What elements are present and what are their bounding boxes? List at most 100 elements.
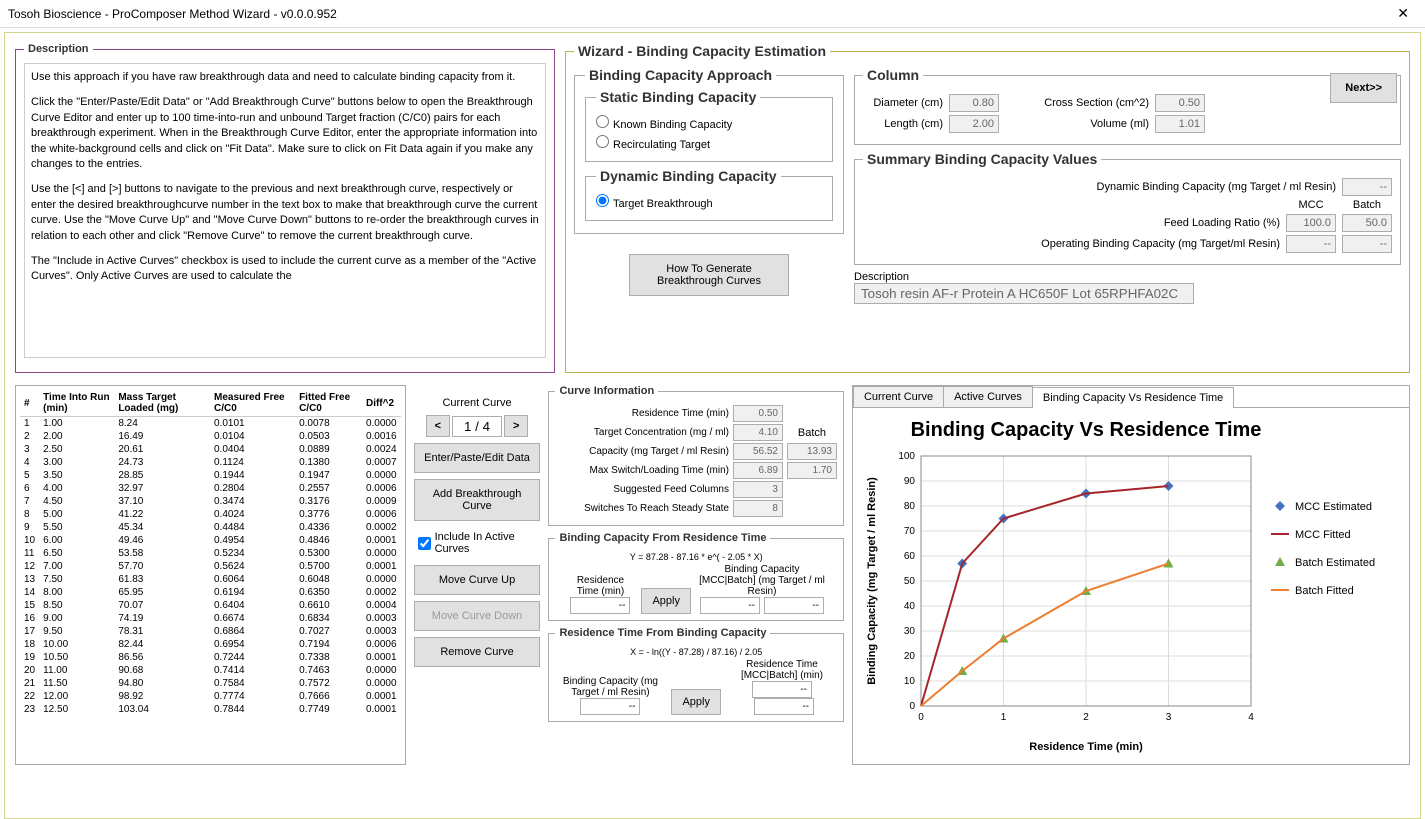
- svg-text:1: 1: [1001, 712, 1007, 723]
- svg-text:2: 2: [1083, 712, 1089, 723]
- table-row[interactable]: 53.5028.850.19440.19470.0000: [20, 469, 401, 482]
- table-row[interactable]: 95.5045.340.44840.43360.0002: [20, 521, 401, 534]
- svg-text:4: 4: [1248, 712, 1254, 723]
- table-row[interactable]: 74.5037.100.34740.31760.0009: [20, 495, 401, 508]
- tab-active-curves[interactable]: Active Curves: [943, 386, 1033, 407]
- ci-rt: [733, 405, 783, 422]
- svg-text:MCC Estimated: MCC Estimated: [1295, 501, 1372, 513]
- apply-bc-button[interactable]: Apply: [671, 689, 721, 715]
- controls-column: Current Curve < > Enter/Paste/Edit Data …: [414, 385, 541, 765]
- chart-tabs: Current Curve Active Curves Binding Capa…: [853, 386, 1409, 408]
- table-row[interactable]: 32.5020.610.04040.08890.0024: [20, 443, 401, 456]
- summary-group: Summary Binding Capacity Values Dynamic …: [854, 151, 1401, 265]
- table-row[interactable]: 106.0049.460.49540.48460.0001: [20, 534, 401, 547]
- ci-cap-batch: [787, 443, 837, 460]
- approach-group: Binding Capacity Approach Static Binding…: [574, 67, 844, 234]
- tab-bc-vs-rt[interactable]: Binding Capacity Vs Residence Time: [1032, 387, 1234, 408]
- svg-text:Residence Time (min): Residence Time (min): [1029, 741, 1143, 753]
- data-table-panel: #Time Into Run (min)Mass Target Loaded (…: [15, 385, 406, 765]
- next-curve-button[interactable]: >: [504, 415, 528, 437]
- table-row[interactable]: 148.0065.950.61940.63500.0002: [20, 586, 401, 599]
- dbc-input: [1342, 178, 1392, 196]
- svg-text:80: 80: [904, 501, 916, 512]
- svg-text:40: 40: [904, 601, 916, 612]
- svg-text:70: 70: [904, 526, 916, 537]
- table-row[interactable]: 1810.0082.440.69540.71940.0006: [20, 638, 401, 651]
- ci-msl-mcc: [733, 462, 783, 479]
- dynamic-group: Dynamic Binding Capacity Target Breakthr…: [585, 168, 833, 221]
- from-bc-input[interactable]: [580, 698, 640, 715]
- summary-desc-input[interactable]: [854, 283, 1194, 304]
- obc-mcc-input: [1286, 235, 1336, 253]
- from-bc-out-mcc: [752, 681, 812, 698]
- table-row[interactable]: 64.0032.970.28040.25570.0006: [20, 482, 401, 495]
- svg-text:50: 50: [904, 576, 916, 587]
- svg-text:10: 10: [904, 676, 916, 687]
- svg-text:90: 90: [904, 476, 916, 487]
- flr-mcc-input[interactable]: [1286, 214, 1336, 232]
- table-row[interactable]: 169.0074.190.66740.68340.0003: [20, 612, 401, 625]
- flr-batch-input[interactable]: [1342, 214, 1392, 232]
- table-row[interactable]: 137.5061.830.60640.60480.0000: [20, 573, 401, 586]
- svg-text:MCC Fitted: MCC Fitted: [1295, 529, 1351, 541]
- move-up-button[interactable]: Move Curve Up: [414, 565, 541, 595]
- table-row[interactable]: 2011.0090.680.74140.74630.0000: [20, 664, 401, 677]
- svg-text:Binding Capacity (mg Target /: Binding Capacity (mg Target / ml Resin): [866, 477, 878, 685]
- from-bc-out-batch: [754, 698, 814, 715]
- table-row[interactable]: 43.0024.730.11240.13800.0007: [20, 456, 401, 469]
- svg-text:3: 3: [1166, 712, 1172, 723]
- prev-curve-button[interactable]: <: [426, 415, 450, 437]
- cross-input: [1155, 94, 1205, 112]
- table-row[interactable]: 85.0041.220.40240.37760.0006: [20, 508, 401, 521]
- move-down-button[interactable]: Move Curve Down: [414, 601, 541, 631]
- table-row[interactable]: 2312.50103.040.78440.77490.0001: [20, 703, 401, 716]
- add-curve-button[interactable]: Add Breakthrough Curve: [414, 479, 541, 521]
- enter-data-button[interactable]: Enter/Paste/Edit Data: [414, 443, 541, 473]
- table-row[interactable]: 158.5070.070.64040.66100.0004: [20, 599, 401, 612]
- close-icon[interactable]: ✕: [1389, 3, 1417, 24]
- wizard-panel: Wizard - Binding Capacity Estimation Nex…: [565, 43, 1410, 373]
- table-row[interactable]: 2212.0098.920.77740.76660.0001: [20, 690, 401, 703]
- radio-target[interactable]: Target Breakthrough: [596, 194, 822, 210]
- table-row[interactable]: 2111.5094.800.75840.75720.0000: [20, 677, 401, 690]
- table-row[interactable]: 179.5078.310.68640.70270.0003: [20, 625, 401, 638]
- radio-recirc[interactable]: Recirculating Target: [596, 135, 822, 151]
- chart-panel: Current Curve Active Curves Binding Capa…: [852, 385, 1410, 765]
- window-title: Tosoh Bioscience - ProComposer Method Wi…: [8, 7, 1389, 21]
- table-row[interactable]: 127.0057.700.56240.57000.0001: [20, 560, 401, 573]
- howto-button[interactable]: How To Generate Breakthrough Curves: [629, 254, 789, 296]
- description-text[interactable]: Use this approach if you have raw breakt…: [24, 63, 546, 358]
- table-row[interactable]: 1910.5086.560.72440.73380.0001: [20, 651, 401, 664]
- diameter-input[interactable]: [949, 94, 999, 112]
- include-checkbox[interactable]: [418, 537, 431, 550]
- chart-svg: Binding Capacity Vs Residence Time010203…: [861, 416, 1401, 756]
- svg-text:30: 30: [904, 626, 916, 637]
- table-row[interactable]: 11.008.240.01010.00780.0000: [20, 417, 401, 431]
- svg-text:Binding Capacity Vs Residence: Binding Capacity Vs Residence Time: [911, 419, 1262, 441]
- next-button[interactable]: Next>>: [1330, 73, 1397, 103]
- svg-text:60: 60: [904, 551, 916, 562]
- from-rt-input[interactable]: [570, 597, 630, 614]
- svg-text:100: 100: [898, 451, 915, 462]
- length-input[interactable]: [949, 115, 999, 133]
- tab-current-curve[interactable]: Current Curve: [853, 386, 944, 407]
- ci-sss: [733, 500, 783, 517]
- table-row[interactable]: 116.5053.580.52340.53000.0000: [20, 547, 401, 560]
- ci-tc: [733, 424, 783, 441]
- from-rt-out-mcc: [700, 597, 760, 614]
- curve-info-panel: Curve Information Residence Time (min) T…: [548, 385, 844, 765]
- ci-cap-mcc: [733, 443, 783, 460]
- svg-text:0: 0: [909, 701, 915, 712]
- static-group: Static Binding Capacity Known Binding Ca…: [585, 89, 833, 162]
- obc-batch-input: [1342, 235, 1392, 253]
- curve-pos-input[interactable]: [452, 416, 502, 437]
- description-panel: Description Use this approach if you hav…: [15, 43, 555, 373]
- ci-msl-batch: [787, 462, 837, 479]
- table-scroll[interactable]: #Time Into Run (min)Mass Target Loaded (…: [20, 390, 401, 740]
- svg-text:Batch Fitted: Batch Fitted: [1295, 585, 1354, 597]
- wizard-legend: Wizard - Binding Capacity Estimation: [574, 43, 830, 59]
- apply-rt-button[interactable]: Apply: [641, 588, 691, 614]
- radio-known[interactable]: Known Binding Capacity: [596, 115, 822, 131]
- remove-curve-button[interactable]: Remove Curve: [414, 637, 541, 667]
- table-row[interactable]: 22.0016.490.01040.05030.0016: [20, 430, 401, 443]
